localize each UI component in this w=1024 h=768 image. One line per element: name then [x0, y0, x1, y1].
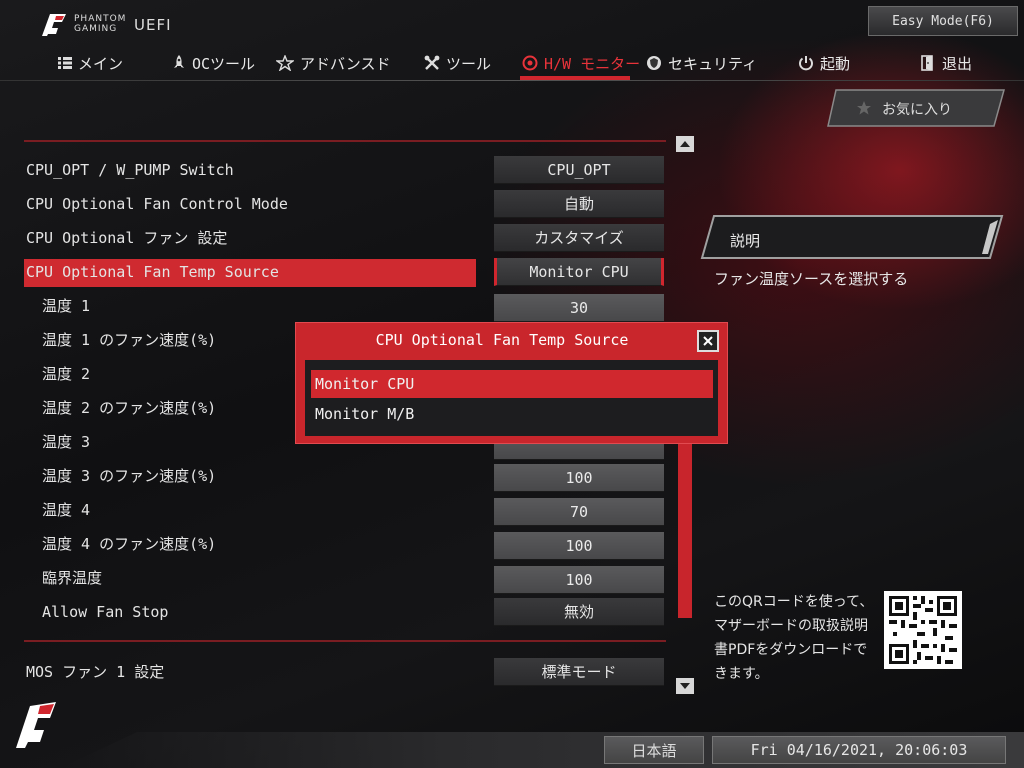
scrollbar-thumb[interactable] [678, 420, 692, 618]
rocket-icon [174, 55, 184, 68]
setting-value[interactable]: 無効 [494, 598, 664, 626]
setting-label[interactable]: CPU Optional ファン 設定 [26, 224, 227, 252]
popup-title: CPU Optional Fan Temp Source [375, 331, 629, 349]
tab-label: H/W モニター [544, 54, 641, 73]
list-divider-bottom [24, 640, 666, 642]
setting-label[interactable]: 温度 4 [42, 496, 90, 524]
menu-divider [0, 80, 1024, 81]
setting-label[interactable]: CPU Optional Fan Control Mode [26, 190, 288, 218]
setting-value[interactable]: CPU_OPT [494, 156, 664, 184]
temp-source-popup: CPU Optional Fan Temp Source Monitor CPU… [295, 322, 728, 444]
setting-value[interactable]: 100 [494, 464, 664, 492]
favorite-label: お気に入り [882, 102, 952, 118]
language-button[interactable]: 日本語 [604, 736, 704, 764]
tab-oc-tools[interactable]: OCツール [172, 52, 255, 74]
qr-code-image[interactable] [884, 591, 962, 669]
main-menu: メイン OCツール アドバンスド ツール H/W モニター セキュリティ 起動 … [0, 46, 1024, 80]
setting-label[interactable]: CPU_OPT / W_PUMP Switch [26, 156, 234, 184]
setting-label-selected[interactable]: CPU Optional Fan Temp Source [26, 258, 279, 286]
setting-value-selected[interactable]: Monitor CPU [494, 258, 664, 286]
tab-hw-monitor[interactable]: H/W モニター [522, 52, 640, 74]
setting-label[interactable]: MOS ファン 1 設定 [26, 658, 164, 686]
scroll-down-button[interactable] [676, 678, 694, 694]
tab-advanced[interactable]: アドバンスド [276, 52, 390, 74]
setting-value[interactable]: カスタマイズ [494, 224, 664, 252]
brand-name: PHANTOM GAMING [74, 14, 127, 34]
star-icon [276, 55, 294, 71]
tab-label: メイン [78, 54, 124, 73]
description-text: ファン温度ソースを選択する [714, 270, 909, 288]
scroll-up-button[interactable] [676, 136, 694, 152]
setting-value[interactable]: 30 [494, 294, 664, 322]
setting-label[interactable]: 温度 2 のファン速度(%) [42, 394, 216, 422]
datetime-display[interactable]: Fri 04/16/2021, 20:06:03 [712, 736, 1006, 764]
setting-label[interactable]: 温度 1 [42, 292, 90, 320]
popup-options-list: Monitor CPU Monitor M/B [305, 360, 718, 436]
exit-door-icon [921, 55, 933, 71]
phantom-gaming-logo [16, 702, 56, 748]
list-divider-top [24, 140, 666, 142]
setting-value[interactable]: 自動 [494, 190, 664, 218]
popup-option-selected[interactable]: Monitor CPU [311, 370, 713, 398]
popup-close-button[interactable] [697, 330, 719, 352]
tab-label: ツール [446, 54, 492, 73]
star-icon [857, 101, 871, 115]
tools-icon [424, 55, 440, 70]
tab-main[interactable]: メイン [58, 52, 123, 74]
tab-boot[interactable]: 起動 [798, 52, 850, 74]
setting-label[interactable]: Allow Fan Stop [42, 598, 168, 626]
tab-security[interactable]: セキュリティ [646, 52, 757, 74]
setting-label[interactable]: 温度 4 のファン速度(%) [42, 530, 216, 558]
phantom-gaming-logo [42, 14, 66, 36]
favorite-button[interactable]: お気に入り [826, 88, 1006, 128]
arrow-up-icon [680, 141, 690, 147]
setting-value[interactable]: 標準モード [494, 658, 664, 686]
setting-label[interactable]: 温度 1 のファン速度(%) [42, 326, 216, 354]
brand-uefi-label: UEFI [134, 16, 172, 34]
tab-label: セキュリティ [668, 54, 758, 73]
setting-label[interactable]: 温度 3 [42, 428, 90, 456]
setting-label[interactable]: 臨界温度 [42, 564, 102, 592]
setting-value[interactable]: 100 [494, 532, 664, 560]
shield-icon [647, 56, 661, 70]
description-title: 説明 [730, 232, 761, 250]
arrow-down-icon [680, 683, 690, 689]
list-icon [58, 57, 72, 69]
qr-code-caption: このQRコードを使って、マザーボードの取扱説明書PDFをダウンロードできます。 [714, 594, 874, 682]
popup-option[interactable]: Monitor M/B [311, 400, 713, 428]
power-icon [799, 56, 813, 71]
tab-label: OCツール [192, 54, 256, 73]
tab-label: 起動 [820, 54, 851, 73]
tab-tools[interactable]: ツール [424, 52, 491, 74]
tab-exit[interactable]: 退出 [920, 52, 972, 74]
setting-value[interactable]: 100 [494, 566, 664, 594]
setting-value[interactable]: 70 [494, 498, 664, 526]
monitor-gauge-icon [522, 55, 538, 71]
easy-mode-button[interactable]: Easy Mode(F6) [868, 6, 1018, 36]
tab-label: 退出 [942, 54, 973, 73]
setting-label[interactable]: 温度 3 のファン速度(%) [42, 462, 216, 490]
tab-label: アドバンスド [300, 54, 391, 73]
setting-label[interactable]: 温度 2 [42, 360, 90, 388]
close-icon [703, 336, 713, 346]
description-header: 説明 [700, 214, 1004, 260]
